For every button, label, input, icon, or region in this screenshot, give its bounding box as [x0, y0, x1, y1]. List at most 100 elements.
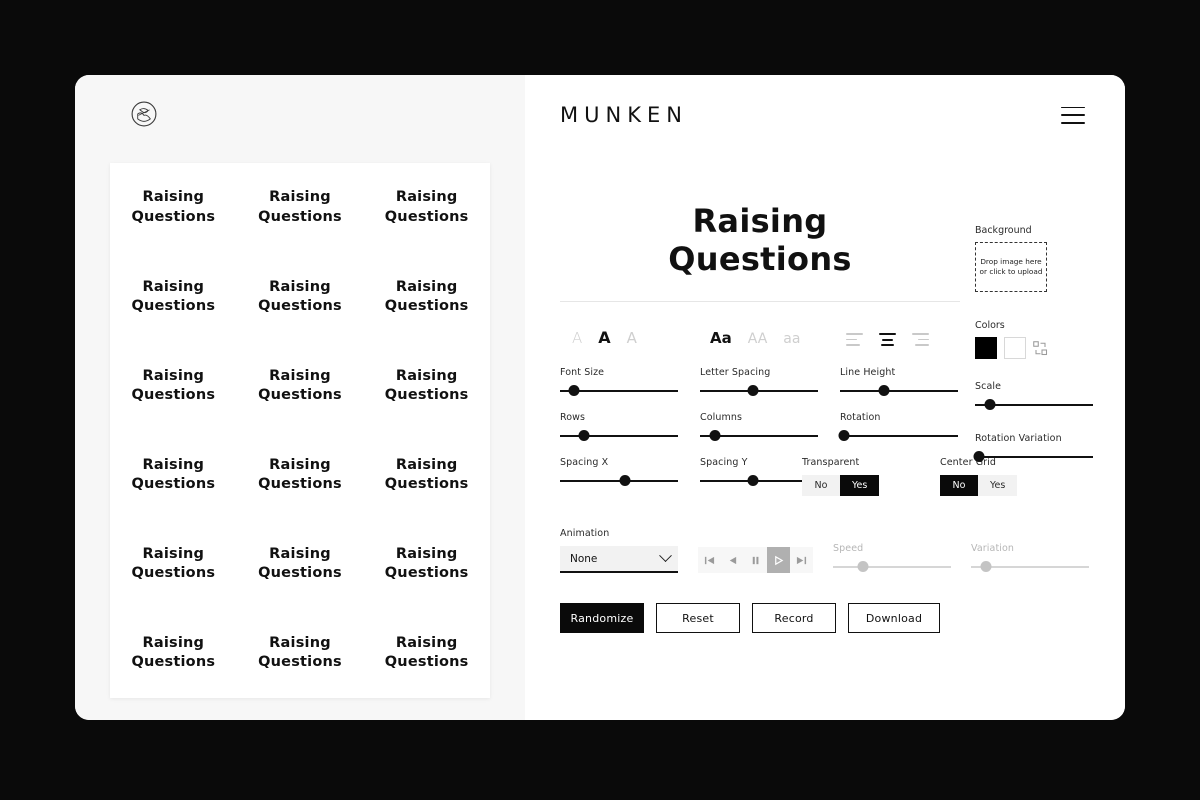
- label-rows: Rows: [560, 412, 586, 423]
- control-variation: Variation: [971, 543, 1089, 573]
- control-spacing-y: Spacing Y: [700, 457, 818, 487]
- slider-columns[interactable]: [700, 430, 818, 442]
- slider-row-2: Rows Columns Rotation: [560, 412, 960, 442]
- slider-rotation[interactable]: [838, 430, 958, 442]
- font-weight-regular-icon[interactable]: A: [627, 331, 637, 346]
- preview-text-cell: Raising Questions: [131, 456, 216, 493]
- skip-to-start-icon[interactable]: [698, 547, 721, 573]
- slider-spacing-y[interactable]: [700, 475, 818, 487]
- label-background: Background: [975, 225, 1032, 236]
- control-rotation-variation: Rotation Variation: [973, 433, 1093, 463]
- toggle-transparent: No Yes: [802, 475, 880, 496]
- preview-text-cell: Raising Questions: [258, 456, 342, 493]
- slider-variation[interactable]: [971, 561, 1089, 573]
- slider-line-height[interactable]: [840, 385, 958, 397]
- hamburger-icon[interactable]: [1061, 106, 1085, 124]
- circular-logo-icon[interactable]: [130, 100, 158, 128]
- slider-row-1: Font Size Letter Spacing Line Height: [560, 367, 960, 397]
- control-columns: Columns: [700, 412, 818, 442]
- control-transparent: Transparent No Yes: [802, 457, 880, 496]
- control-animation: Animation None: [560, 528, 678, 573]
- label-line-height: Line Height: [840, 367, 896, 378]
- align-center-icon[interactable]: [879, 333, 896, 346]
- label-transparent: Transparent: [802, 457, 860, 468]
- color-swatches: [975, 337, 1125, 359]
- label-spacing-x: Spacing X: [560, 457, 609, 468]
- preview-text-cell: Raising Questions: [131, 635, 216, 671]
- control-rows: Rows: [560, 412, 678, 442]
- transparent-option-yes[interactable]: Yes: [840, 475, 880, 496]
- toggle-center-grid: No Yes: [940, 475, 1018, 496]
- color-swatch-primary[interactable]: [975, 337, 997, 359]
- divider: [560, 300, 960, 302]
- font-weight-light-icon[interactable]: A: [572, 331, 582, 346]
- slider-rows[interactable]: [560, 430, 678, 442]
- right-column: Background Drop image here or click to u…: [973, 225, 1125, 463]
- randomize-button[interactable]: Randomize: [560, 603, 644, 633]
- transport-controls: [698, 547, 813, 573]
- page-title: Raising Questions: [668, 202, 852, 278]
- font-weight-bold-icon[interactable]: A: [598, 330, 610, 346]
- record-button[interactable]: Record: [752, 603, 836, 633]
- text-case-group: Aa AA aa: [698, 330, 836, 347]
- preview-text-cell: Raising Questions: [384, 546, 469, 582]
- slider-letter-spacing[interactable]: [700, 385, 818, 397]
- download-button[interactable]: Download: [848, 603, 940, 633]
- pause-icon[interactable]: [744, 547, 767, 573]
- preview-canvas[interactable]: Raising Questions Raising Questions Raisin…: [110, 163, 490, 698]
- text-align-group: [836, 330, 960, 346]
- control-letter-spacing: Letter Spacing: [700, 367, 818, 397]
- preview-text-cell: Raising Questions: [384, 635, 469, 671]
- swap-colors-icon[interactable]: [1033, 340, 1048, 356]
- control-panel: MUNKEN RaisingQuestions A A A Aa AA aa: [525, 75, 1125, 720]
- play-icon[interactable]: [767, 547, 790, 573]
- preview-text-cell: Raising Questions: [258, 546, 342, 582]
- preview-text-cell: Raising Questions: [131, 278, 216, 314]
- slider-font-size[interactable]: [560, 385, 678, 397]
- align-left-icon[interactable]: [846, 333, 863, 346]
- app-window: Raising Questions Raising Questions Raisin…: [75, 75, 1125, 720]
- slider-row-3: Spacing X Spacing Y: [560, 457, 960, 487]
- control-scale: Scale: [975, 381, 1093, 411]
- slider-spacing-x[interactable]: [560, 475, 678, 487]
- preview-text-cell: Raising Questions: [258, 635, 342, 671]
- animation-row: Animation None Speed Variation: [560, 528, 1105, 573]
- preview-text-cell: Raising Questions: [384, 367, 469, 403]
- step-back-icon[interactable]: [721, 547, 744, 573]
- skip-to-end-icon[interactable]: [790, 547, 813, 573]
- align-right-icon[interactable]: [912, 333, 929, 346]
- label-rotation-variation: Rotation Variation: [975, 433, 1062, 444]
- slider-speed[interactable]: [833, 561, 951, 573]
- case-sentence-icon[interactable]: Aa: [710, 331, 732, 346]
- control-line-height: Line Height: [840, 367, 958, 397]
- control-font-size: Font Size: [560, 367, 678, 397]
- preview-text-cell: Raising Questions: [384, 456, 469, 493]
- brand-title: MUNKEN: [560, 103, 688, 127]
- label-columns: Columns: [700, 412, 743, 423]
- preview-text-cell: Raising Questions: [258, 367, 342, 403]
- case-lower-icon[interactable]: aa: [783, 332, 800, 346]
- label-variation: Variation: [971, 543, 1015, 554]
- label-speed: Speed: [833, 543, 864, 554]
- action-buttons: Randomize Reset Record Download: [560, 603, 940, 633]
- center-grid-option-yes[interactable]: Yes: [978, 475, 1017, 496]
- label-rotation: Rotation: [840, 412, 881, 423]
- transparent-option-no[interactable]: No: [802, 475, 840, 496]
- label-letter-spacing: Letter Spacing: [700, 367, 771, 378]
- reset-button[interactable]: Reset: [656, 603, 740, 633]
- case-upper-icon[interactable]: AA: [748, 332, 768, 346]
- control-spacing-x: Spacing X: [560, 457, 678, 487]
- slider-scale[interactable]: [975, 399, 1093, 411]
- headline-block: Raising Questions: [560, 202, 960, 302]
- control-speed: Speed: [833, 543, 951, 573]
- control-rotation: Rotation: [838, 412, 958, 442]
- animation-select[interactable]: None: [560, 546, 678, 573]
- animation-selected-value: None: [570, 552, 598, 565]
- chevron-down-icon: [659, 549, 672, 563]
- background-dropzone[interactable]: Drop image here or click to upload: [975, 242, 1047, 292]
- color-swatch-secondary[interactable]: [1004, 337, 1026, 359]
- slider-rotation-variation[interactable]: [973, 451, 1093, 463]
- center-grid-option-no[interactable]: No: [940, 475, 978, 496]
- typography-icon-rows: A A A Aa AA aa: [560, 330, 960, 346]
- colors-block: Colors: [975, 320, 1125, 359]
